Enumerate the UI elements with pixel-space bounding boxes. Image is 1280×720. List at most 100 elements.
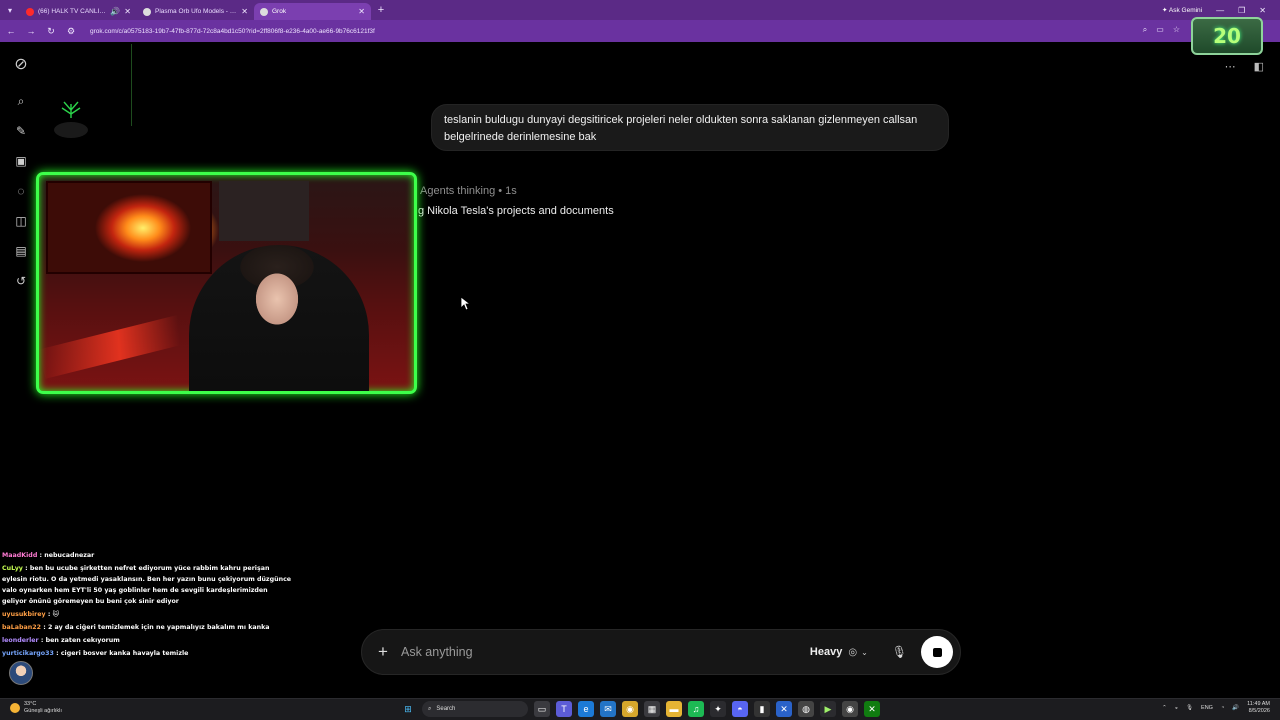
tab-close-icon[interactable]: ✕ (124, 7, 131, 16)
chat-message: yurticikargo33 : cigeri bosver kanka hav… (2, 650, 189, 657)
new-chat-icon[interactable]: ✎ (13, 123, 29, 139)
clock[interactable]: 11:49 AM 8/5/2026 (1247, 701, 1270, 715)
user-message-bubble: teslanin buldugu dunyayi degsitiricek pr… (431, 104, 949, 151)
projects-icon[interactable]: ◫ (13, 213, 29, 229)
tab-mute-icon[interactable]: 🔊 (110, 7, 120, 16)
clock-date: 8/5/2026 (1248, 708, 1270, 714)
chat-text: 2 ay da ciğeri temizlemek için ne yapmal… (47, 624, 270, 631)
youtube-favicon-icon (26, 7, 34, 16)
chrome-icon[interactable]: ◉ (622, 701, 638, 717)
tab-plasma-orb[interactable]: Plasma Orb Ufo Models - Grok ✕ (137, 3, 254, 20)
terminal-icon[interactable]: ▮ (754, 701, 770, 717)
reload-button[interactable]: ↻ (46, 26, 56, 37)
history-icon[interactable]: ↺ (13, 273, 29, 289)
discord-icon[interactable]: ◓ (732, 701, 748, 717)
tab-title: Grok (272, 8, 287, 15)
chat-text: nebucadnezar (44, 552, 95, 559)
start-menu-icon[interactable]: ⊞ (400, 701, 416, 717)
overlay-decor-line (131, 44, 132, 126)
restore-button[interactable]: ❐ (1238, 6, 1245, 15)
task-view-icon[interactable]: ▭ (534, 701, 550, 717)
model-mode-label[interactable]: Heavy (810, 646, 842, 658)
store-icon[interactable]: ▦ (644, 701, 660, 717)
volume-icon[interactable]: 🔊 (1232, 705, 1239, 711)
grok-favicon-icon (260, 7, 268, 16)
tab-close-icon[interactable]: ✕ (358, 7, 365, 16)
clock-time: 11:49 AM (1247, 701, 1270, 707)
chat-username: CuLyy (2, 565, 23, 572)
close-window-button[interactable]: ✕ (1259, 6, 1266, 15)
back-button[interactable]: ← (6, 26, 16, 36)
more-options-icon[interactable]: ⋯ (1225, 60, 1236, 73)
mouse-cursor-icon (461, 297, 471, 311)
obs-icon[interactable]: ◍ (798, 701, 814, 717)
streamer-figure (189, 245, 369, 391)
taskbar-search-label: Search (436, 706, 456, 712)
agents-thinking-status[interactable]: Agents thinking • 1s (420, 185, 517, 197)
tab-grok[interactable]: Grok ✕ (254, 3, 371, 20)
taskbar-search[interactable]: ⌕ Search (422, 701, 528, 717)
tray-chevron-icon[interactable]: ⌃ (1162, 705, 1167, 711)
browser-tab-strip: ▾ (66) HALK TV CANLI YAYIN 🔊 ✕ Plasma Or… (0, 0, 1280, 20)
file-explorer-icon[interactable]: ▬ (666, 701, 682, 717)
sun-icon (10, 703, 20, 713)
play-icon[interactable]: ▶ (820, 701, 836, 717)
attach-plus-icon[interactable]: + (378, 642, 396, 662)
chat-text: ben bu ucube şirketten nefret ediyorum y… (2, 565, 292, 605)
user-avatar[interactable] (9, 661, 33, 685)
search-icon[interactable]: ⌕ (13, 93, 29, 109)
tab-title: (66) HALK TV CANLI YAYIN (38, 8, 106, 15)
teams-icon[interactable]: T (556, 701, 572, 717)
tab-close-icon[interactable]: ✕ (241, 7, 248, 16)
language-indicator[interactable]: ENG (1201, 705, 1213, 711)
network-icon[interactable]: ◒ (1175, 705, 1178, 711)
heavy-mode-icon[interactable]: ◎ (848, 647, 857, 658)
spotify-icon[interactable]: ♫ (688, 701, 704, 717)
weather-desc: Güneşli ağırlıklı (24, 708, 62, 714)
chat-text: ben zaten cekıyorum (45, 637, 120, 644)
site-info-icon[interactable]: ⚙ (66, 26, 76, 37)
search-page-icon[interactable]: ⌕ (1143, 25, 1147, 35)
streamer-webcam (36, 172, 417, 394)
chat-username: baLaban22 (2, 624, 42, 631)
new-tab-button[interactable]: + (371, 4, 391, 16)
chat-composer: + Ask anything Heavy ◎ ⌄ 🎙 (361, 629, 961, 675)
weather-widget[interactable]: 33°C Güneşli ağırlıklı (10, 701, 62, 715)
stream-counter-overlay: 20 (1191, 17, 1263, 55)
cast-icon[interactable]: ▭ (1156, 25, 1164, 35)
chat-username: yurticikargo33 (2, 650, 54, 657)
files-icon[interactable]: ▤ (13, 243, 29, 259)
forward-button[interactable]: → (26, 26, 36, 36)
chevron-down-icon[interactable]: ⌄ (861, 648, 868, 657)
imagine-icon[interactable]: ▣ (13, 153, 29, 169)
app-icon[interactable]: ✦ (710, 701, 726, 717)
chat-username: leonderler (2, 637, 39, 644)
chat-message: leonderler : ben zaten cekıyorum (2, 637, 120, 644)
mail-icon[interactable]: ✉ (600, 701, 616, 717)
microphone-tray-icon[interactable]: 🎙 (1186, 705, 1193, 711)
xbox-icon[interactable]: ✕ (864, 701, 880, 717)
url-field[interactable]: grok.com/c/a0575183-19b7-47fb-877d-72c8a… (90, 28, 375, 35)
panel-toggle-icon[interactable]: ◧ (1254, 60, 1264, 73)
address-bar-row: ← → ↻ ⚙ grok.com/c/a0575183-19b7-47fb-87… (0, 20, 1280, 42)
vscode-icon[interactable]: ✕ (776, 701, 792, 717)
ask-input[interactable]: Ask anything (401, 645, 810, 659)
minimize-button[interactable]: — (1216, 6, 1224, 15)
thinking-step-text: g Nikola Tesla's projects and documents (418, 205, 614, 217)
tab-halk-tv[interactable]: (66) HALK TV CANLI YAYIN 🔊 ✕ (20, 3, 137, 20)
chat-message: MaadKidd : nebucadnezar (2, 552, 95, 559)
edge-icon[interactable]: e (578, 701, 594, 717)
search-icon: ⌕ (428, 705, 432, 712)
bookmark-star-icon[interactable]: ☆ (1173, 25, 1180, 35)
grok-logo-icon[interactable]: ⊘ (13, 56, 29, 73)
microphone-icon[interactable]: 🎙 (892, 645, 907, 659)
chrome-active-icon[interactable]: ◉ (842, 701, 858, 717)
tab-list-button[interactable]: ▾ (0, 0, 20, 20)
wifi-icon[interactable]: ◔ (1221, 705, 1224, 711)
chat-message: CuLyy : ben bu ucube şirketten nefret ed… (2, 565, 292, 605)
stop-generation-button[interactable] (921, 636, 953, 668)
ask-gemini-button[interactable]: ✦ Ask Gemini (1162, 6, 1202, 14)
voice-icon[interactable]: ◌ (13, 183, 29, 199)
fireplace-tv (46, 181, 212, 274)
stream-chat-overlay: MaadKidd : nebucadnezar CuLyy : ben bu u… (2, 550, 292, 661)
